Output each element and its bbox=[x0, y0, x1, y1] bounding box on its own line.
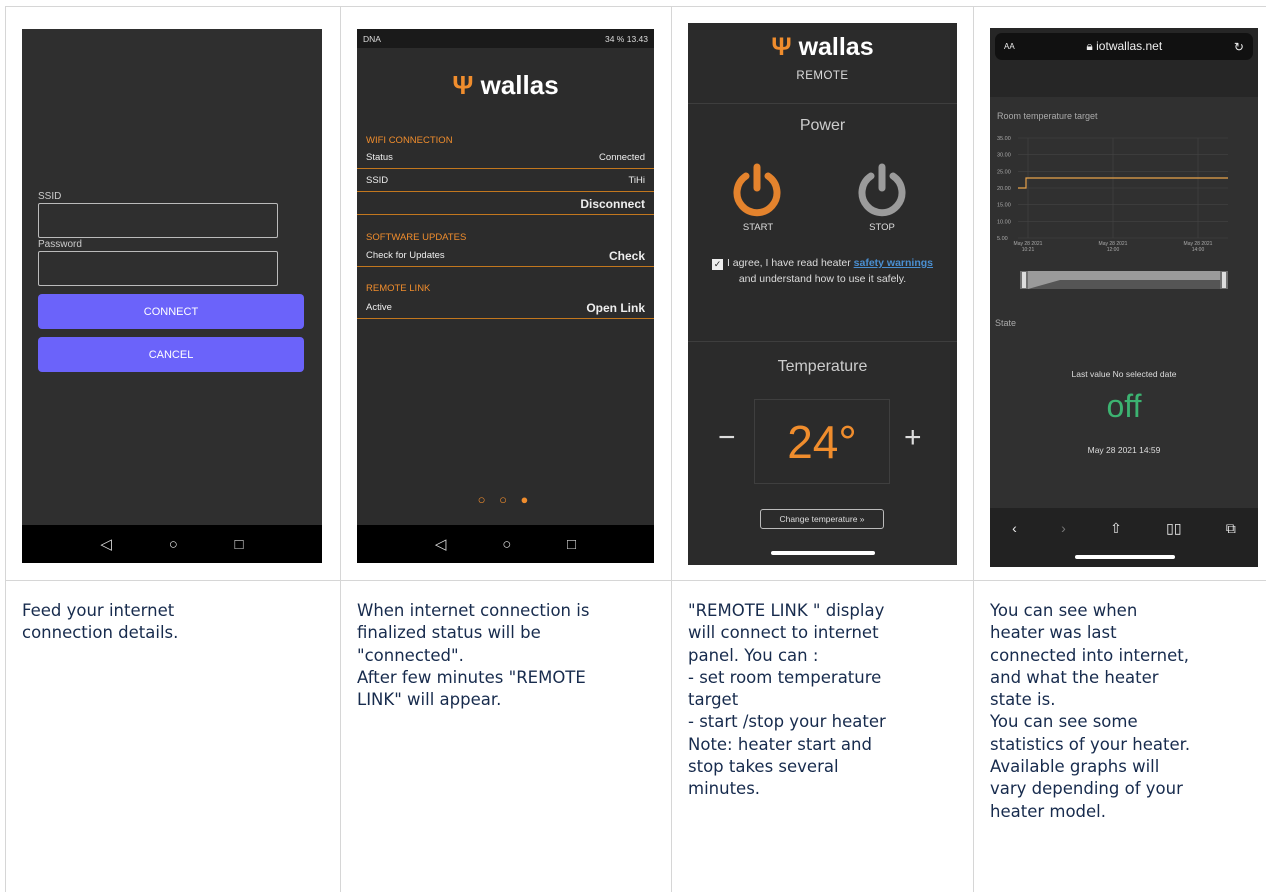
y-tick-label: 25.00 bbox=[997, 169, 1011, 175]
stop-power-icon[interactable] bbox=[857, 163, 907, 217]
share-icon[interactable]: ⇧ bbox=[1110, 520, 1122, 537]
column-divider bbox=[973, 6, 974, 892]
updates-row: Check for Updates Check bbox=[357, 245, 654, 267]
stop-label: STOP bbox=[869, 222, 895, 233]
wallas-logo: Ψ wallas bbox=[771, 33, 874, 61]
password-label: Password bbox=[38, 239, 82, 250]
browser-address-bar: AA 🔒︎ iotwallas.net ↻ bbox=[990, 28, 1258, 97]
back-icon[interactable]: ◁ bbox=[100, 535, 112, 553]
status-bar: DNA 34 % 13.43 bbox=[357, 29, 654, 48]
row-divider bbox=[5, 580, 1266, 581]
caption-4: You can see when heater was last connect… bbox=[990, 601, 1191, 821]
x-tick-label: 12:00 bbox=[1107, 247, 1120, 253]
android-nav-bar: ◁ ○ □ bbox=[357, 525, 654, 563]
lock-icon: 🔒︎ bbox=[1086, 39, 1093, 53]
remote-link-row: Active Open Link bbox=[357, 297, 654, 319]
updates-section-header: SOFTWARE UPDATES bbox=[366, 232, 467, 243]
y-tick-label: 5.00 bbox=[997, 236, 1008, 242]
page-indicator: ○ ○ ● bbox=[477, 492, 534, 507]
disconnect-button[interactable]: Disconnect bbox=[580, 197, 645, 211]
forward-icon[interactable]: › bbox=[1061, 520, 1066, 537]
wifi-setup-screenshot: SSID Password CONNECT CANCEL ◁ ○ □ bbox=[22, 29, 322, 563]
state-label: State bbox=[995, 318, 1017, 328]
ssid-label: SSID bbox=[38, 191, 62, 202]
home-indicator bbox=[771, 551, 875, 555]
state-value: off bbox=[1106, 388, 1142, 424]
wallas-connection-screenshot: DNA 34 % 13.43 Ψ wallas WIFI CONNECTION … bbox=[357, 29, 654, 563]
state-timestamp: May 28 2021 14:59 bbox=[1087, 445, 1161, 455]
temperature-value: 24° bbox=[754, 399, 890, 484]
power-title: Power bbox=[799, 117, 846, 134]
open-link-button[interactable]: Open Link bbox=[586, 301, 645, 315]
cancel-button[interactable]: CANCEL bbox=[38, 337, 304, 372]
change-temperature-button[interactable]: Change temperature » bbox=[760, 509, 884, 529]
back-icon[interactable]: ◁ bbox=[435, 535, 447, 553]
y-tick-label: 10.00 bbox=[997, 219, 1011, 225]
temperature-chart: 35.0030.0025.0020.0015.0010.005.00May 28… bbox=[997, 136, 1228, 253]
home-icon[interactable]: ○ bbox=[169, 536, 178, 553]
tabs-icon[interactable]: ⧉ bbox=[1226, 520, 1236, 537]
carrier-text: DNA bbox=[363, 33, 381, 44]
ssid-row: SSID TiHi bbox=[357, 170, 654, 192]
browser-toolbar: ‹ › ⇧ ▯▯ ⧉ bbox=[990, 508, 1258, 567]
home-icon[interactable]: ○ bbox=[502, 536, 511, 553]
disconnect-row: Disconnect bbox=[357, 193, 654, 215]
wallas-trident-icon: Ψ bbox=[452, 70, 474, 100]
wallas-logo: Ψ wallas bbox=[452, 70, 559, 100]
ssid-value: TiHi bbox=[628, 175, 645, 186]
statistics-screenshot: AA 🔒︎ iotwallas.net ↻ Room temperature t… bbox=[990, 28, 1258, 567]
y-tick-label: 35.00 bbox=[997, 136, 1011, 142]
password-input[interactable] bbox=[38, 251, 278, 286]
y-tick-label: 30.00 bbox=[997, 153, 1011, 159]
divider bbox=[688, 103, 957, 104]
caption-3: "REMOTE LINK " display will connect to i… bbox=[688, 601, 886, 799]
start-power-icon[interactable] bbox=[732, 163, 782, 217]
agree-checkbox[interactable]: ✓ bbox=[711, 259, 723, 270]
start-label: START bbox=[742, 222, 774, 233]
ssid-input[interactable] bbox=[38, 203, 278, 238]
connect-button[interactable]: CONNECT bbox=[38, 294, 304, 329]
recents-icon[interactable]: □ bbox=[235, 536, 244, 553]
back-icon[interactable]: ‹ bbox=[1012, 520, 1017, 537]
increase-temp-button[interactable]: + bbox=[904, 421, 922, 455]
y-tick-label: 20.00 bbox=[997, 186, 1011, 192]
status-row: Status Connected bbox=[357, 147, 654, 169]
bookmarks-icon[interactable]: ▯▯ bbox=[1166, 520, 1181, 537]
y-tick-label: 15.00 bbox=[997, 203, 1011, 209]
column-divider bbox=[340, 6, 341, 892]
divider bbox=[688, 341, 957, 342]
remote-section-header: REMOTE LINK bbox=[366, 283, 431, 294]
android-nav-bar: ◁ ○ □ bbox=[22, 525, 322, 563]
wallas-trident-icon: Ψ bbox=[771, 33, 792, 61]
temperature-title: Temperature bbox=[777, 358, 868, 375]
reload-icon[interactable]: ↻ bbox=[1234, 40, 1244, 54]
x-tick-label: 14:00 bbox=[1192, 247, 1205, 253]
x-tick-label: 10:21 bbox=[1022, 247, 1035, 253]
decrease-temp-button[interactable]: − bbox=[718, 421, 736, 455]
last-value-text: Last value No selected date bbox=[1071, 369, 1177, 379]
remote-heading: REMOTE bbox=[796, 70, 849, 82]
url-field[interactable]: AA 🔒︎ iotwallas.net ↻ bbox=[995, 33, 1253, 60]
battery-time-text: 34 % 13.43 bbox=[604, 33, 648, 44]
safety-agreement: ✓ I agree, I have read heater safety warn… bbox=[711, 257, 934, 285]
safety-warnings-link[interactable]: safety warnings bbox=[854, 257, 933, 269]
range-slider[interactable] bbox=[1020, 269, 1228, 291]
caption-1: Feed your internet connection details. bbox=[22, 601, 179, 643]
check-button[interactable]: Check bbox=[609, 249, 645, 263]
recents-icon[interactable]: □ bbox=[567, 536, 576, 553]
chart-title: Room temperature target bbox=[997, 111, 1098, 121]
text-size-button[interactable]: AA bbox=[1004, 42, 1015, 51]
home-indicator bbox=[1075, 555, 1175, 559]
wifi-section-header: WIFI CONNECTION bbox=[366, 135, 453, 146]
status-value: Connected bbox=[599, 152, 645, 163]
caption-2: When internet connection is finalized st… bbox=[357, 601, 590, 710]
remote-control-screenshot: Ψ wallas REMOTE Power START STOP ✓ I agre… bbox=[688, 23, 957, 565]
series-line bbox=[1018, 177, 1228, 189]
column-divider bbox=[671, 6, 672, 892]
